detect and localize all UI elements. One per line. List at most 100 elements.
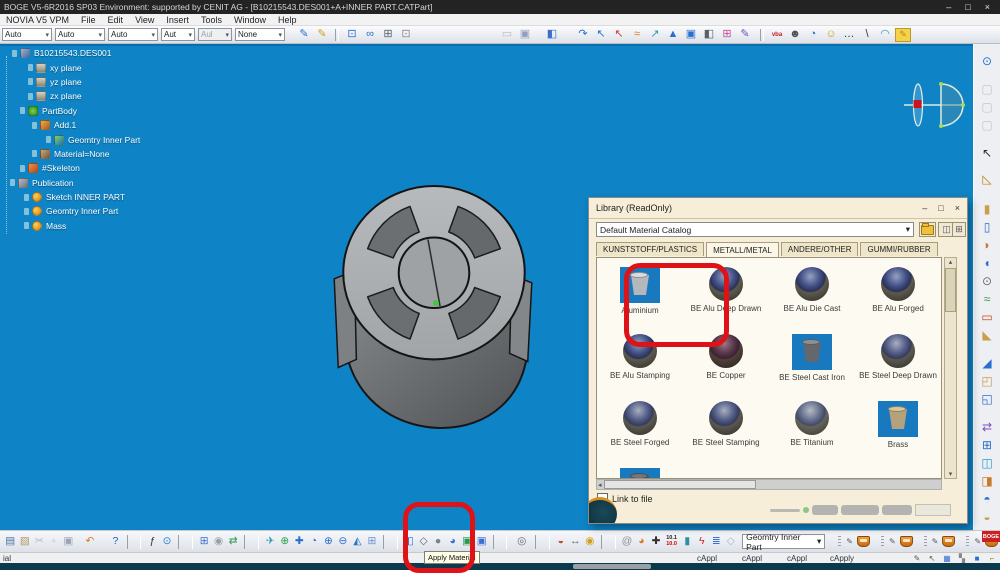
transform-icon[interactable]: ⇄ — [978, 418, 996, 436]
tree-branch-icon[interactable] — [24, 194, 29, 201]
catalog-options-button[interactable]: ⊞ — [952, 222, 966, 237]
tab-metall-metal[interactable]: METALL/METAL — [706, 242, 779, 257]
note-icon[interactable]: ✎ — [895, 28, 911, 42]
tree-item-sketch-inner-part[interactable]: Sketch INNER PART — [2, 190, 140, 204]
material-catalog-combo[interactable]: Default Material Catalog ▾ — [596, 222, 914, 237]
menu-tools[interactable]: Tools — [195, 15, 228, 25]
copy-icon[interactable]: ▫ — [48, 535, 61, 549]
person-icon[interactable]: ☻ — [787, 27, 803, 42]
mirror-icon[interactable]: ◫ — [978, 454, 996, 472]
material-be-steel-cast-iron[interactable]: BE Steel Cast Iron — [769, 329, 855, 396]
tree-item-material-none[interactable]: Material=None — [2, 147, 140, 161]
toolbar-drag-handle[interactable] — [966, 536, 969, 548]
scroll-left-icon[interactable]: ◂ — [598, 481, 602, 489]
style-combo-3[interactable]: Auto ▾ — [108, 28, 158, 41]
separator[interactable] — [383, 535, 398, 549]
material-be-steel-deep-drawn[interactable]: BE Steel Deep Drawn — [855, 329, 941, 396]
formula-icon[interactable]: ƒ — [146, 535, 159, 549]
material-be-titanium[interactable]: BE Titanium — [769, 396, 855, 463]
select-alt-icon[interactable]: ↖ — [611, 27, 627, 42]
apply-material-basket-icon[interactable] — [857, 536, 870, 547]
hole-icon[interactable]: ⊙ — [978, 272, 996, 290]
scroll-up-icon[interactable]: ▴ — [949, 258, 953, 266]
tree-branch-icon[interactable] — [28, 93, 33, 100]
normal-view-icon[interactable]: ◭ — [351, 535, 364, 549]
boolean-icon[interactable]: ◓ — [978, 490, 996, 508]
edit-icon[interactable]: ✎ — [846, 537, 853, 546]
menu-file[interactable]: File — [75, 15, 102, 25]
material-brass[interactable]: Brass — [855, 396, 941, 463]
sketch-tools-icon[interactable]: ◺ — [978, 170, 996, 188]
tree-item-skeleton[interactable]: #Skeleton — [2, 161, 140, 175]
vertical-scrollbar[interactable]: ▴ ▾ — [944, 257, 957, 479]
tree-branch-icon[interactable] — [20, 107, 25, 114]
zoom-area-icon[interactable]: ⊡ — [398, 27, 414, 42]
minimize-button[interactable]: – — [946, 2, 951, 12]
select-arrow-icon[interactable]: ↖ — [978, 144, 996, 162]
tree-item-mass[interactable]: Mass — [2, 219, 140, 233]
rotate-icon[interactable]: ◔ — [308, 535, 321, 549]
painter-small-icon[interactable]: ◒ — [555, 535, 568, 549]
edit-icon[interactable]: ✎ — [889, 537, 896, 546]
tool-disabled-icon[interactable]: ▢ — [978, 98, 996, 116]
material-be-alu-die-cast[interactable]: BE Alu Die Cast — [769, 262, 855, 329]
stiffener-icon[interactable]: ◣ — [978, 326, 996, 344]
separator[interactable] — [127, 535, 142, 549]
material-be-steel-stamping[interactable]: BE Steel Stamping — [683, 396, 769, 463]
active-object-combo[interactable]: Geomtry Inner Part ▾ — [742, 534, 825, 549]
board-icon[interactable]: ▣ — [683, 27, 699, 42]
undo-icon[interactable]: ↶ — [84, 535, 97, 549]
menu-enovia[interactable]: NOVIA V5 VPM — [0, 15, 75, 25]
compass-anchor[interactable] — [914, 100, 922, 108]
zoom-out-icon[interactable]: ⊖ — [337, 535, 350, 549]
maximize-button[interactable]: □ — [965, 2, 970, 12]
calculator-icon[interactable]: ⊞ — [198, 535, 211, 549]
cut-icon[interactable]: ✂ — [33, 535, 46, 549]
toolbar-drag-handle[interactable] — [924, 536, 927, 548]
chat-icon[interactable]: ⊙ — [161, 535, 174, 549]
tree-branch-icon[interactable] — [32, 150, 37, 157]
hand-icon[interactable]: ▚ — [957, 554, 967, 564]
scroll-down-icon[interactable]: ▾ — [949, 470, 953, 478]
tree-branch-icon[interactable] — [24, 208, 29, 215]
tree-item-geomtry-inner-part-2[interactable]: Geomtry Inner Part — [2, 204, 140, 218]
material-be-steel-forged[interactable]: BE Steel Forged — [597, 396, 683, 463]
convert-icon[interactable]: ⇄ — [227, 535, 240, 549]
edit-icon[interactable]: ✎ — [912, 554, 922, 564]
tool-disabled-icon[interactable]: ▢ — [978, 116, 996, 134]
scale-ratio-icon[interactable]: 10.1 10.0 — [666, 536, 677, 547]
tree-branch-icon[interactable] — [32, 122, 37, 129]
draft-icon[interactable]: ◢ — [978, 354, 996, 372]
scrollbar-thumb[interactable] — [604, 480, 756, 489]
axis-system-icon[interactable]: ✚ — [650, 535, 663, 549]
separator[interactable] — [535, 535, 550, 549]
separator[interactable] — [760, 29, 764, 41]
cursor-icon[interactable]: ↖ — [927, 554, 937, 564]
flag-icon[interactable]: ▲ — [665, 27, 681, 42]
window-ghost-icon[interactable]: ▭ — [499, 27, 515, 42]
multi-view-icon[interactable]: ⊞ — [366, 535, 379, 549]
view-compass[interactable] — [896, 78, 970, 136]
separator[interactable] — [335, 29, 339, 41]
context-help-icon[interactable]: ? — [109, 535, 122, 549]
select-icon[interactable]: ↖ — [593, 27, 609, 42]
shirt-icon[interactable]: ■ — [972, 554, 982, 564]
tree-item-geomtry-inner-part[interactable]: Geomtry Inner Part — [2, 132, 140, 146]
trim-icon[interactable]: ◒ — [978, 508, 996, 526]
apply-material-basket-icon[interactable] — [942, 536, 955, 547]
fit-all-icon[interactable]: ⊕ — [279, 535, 292, 549]
sketch-icon[interactable]: ⊙ — [978, 52, 996, 70]
clear-history-icon[interactable]: ◇ — [725, 535, 738, 549]
measure-icon[interactable]: ↔ — [569, 535, 582, 549]
paintbrush-icon[interactable]: ✎ — [296, 27, 312, 42]
lock-icon[interactable]: ◉ — [212, 535, 225, 549]
more-icon[interactable]: … — [841, 27, 857, 42]
scrollbar-thumb[interactable] — [945, 268, 956, 312]
shell-icon[interactable]: ◰ — [978, 372, 996, 390]
view-cube-icon[interactable]: ◧ — [544, 27, 560, 42]
swoosh-icon[interactable]: ≈ — [629, 27, 645, 42]
horizontal-scrollbar[interactable]: ◂ — [596, 479, 942, 490]
edit-icon[interactable]: ✎ — [974, 537, 981, 546]
save-icon[interactable]: ▤ — [4, 535, 17, 549]
tree-branch-icon[interactable] — [46, 136, 51, 143]
